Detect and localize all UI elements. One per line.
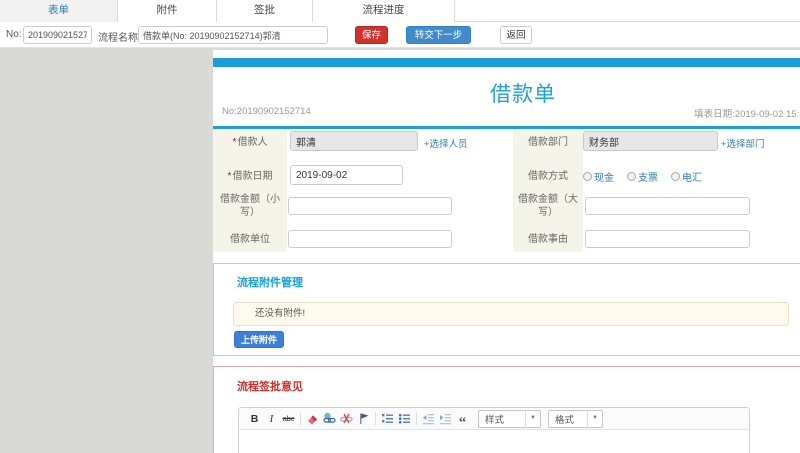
anchor-flag-icon[interactable] xyxy=(355,410,372,427)
bold-icon[interactable]: B xyxy=(246,410,263,427)
loan-unit-label: 借款单位 xyxy=(230,234,270,245)
amount-lowercase-label: 借款金额（小写） xyxy=(220,194,280,218)
italic-icon[interactable]: I xyxy=(263,410,280,427)
radio-cheque[interactable]: 支票 xyxy=(627,169,658,184)
loan-reason-input[interactable] xyxy=(585,230,750,248)
process-name-label: 流程名称: xyxy=(98,33,141,44)
unlink-icon[interactable] xyxy=(338,410,355,427)
loan-reason-label: 借款事由 xyxy=(528,234,568,245)
attachment-panel: 流程附件管理 还没有附件! 上传附件 xyxy=(213,263,800,356)
content-column: 借款单 No:20190902152714 填表日期:2019-09-02 15… xyxy=(213,50,800,453)
radio-cash[interactable]: 现金 xyxy=(583,169,614,184)
department-input[interactable] xyxy=(583,131,718,151)
upload-attachment-button[interactable]: 上传附件 xyxy=(234,331,284,348)
amount-lowercase-input[interactable] xyxy=(288,197,452,215)
radio-cash-icon[interactable] xyxy=(583,172,592,181)
loan-form-card: 借款单 No:20190902152714 填表日期:2019-09-02 15… xyxy=(213,50,800,255)
approval-panel: 流程签批意见 B I abc “ 样式 ▼ 格式 ▼ xyxy=(213,366,800,453)
chevron-down-icon: ▼ xyxy=(586,409,602,428)
action-bar: No: 流程名称: 保存 转交下一步 返回 xyxy=(0,22,800,48)
required-marker: * xyxy=(227,171,232,182)
form-title: 借款单 xyxy=(490,83,556,106)
no-label: No: xyxy=(6,29,22,40)
borrower-input[interactable] xyxy=(290,131,418,151)
tab-approval[interactable]: 签批 xyxy=(217,0,313,22)
loan-date-input[interactable] xyxy=(290,165,403,185)
remove-format-icon[interactable] xyxy=(304,410,321,427)
toolbar-separator xyxy=(375,412,376,425)
loan-unit-input[interactable] xyxy=(288,230,452,248)
form-header-bar xyxy=(213,58,800,67)
approval-heading: 流程签批意见 xyxy=(237,381,303,393)
tab-bar: 表单 附件 签批 流程进度 xyxy=(0,0,800,22)
toolbar-separator xyxy=(300,412,301,425)
tab-attachments[interactable]: 附件 xyxy=(118,0,217,22)
indent-icon[interactable] xyxy=(437,410,454,427)
tab-process-progress[interactable]: 流程进度 xyxy=(313,0,455,22)
tab-form[interactable]: 表单 xyxy=(0,0,118,22)
screen: 表单 附件 签批 流程进度 No: 流程名称: 保存 转交下一步 返回 借款单 … xyxy=(0,0,800,453)
select-department-link[interactable]: +选择部门 xyxy=(721,136,765,150)
toolbar-separator xyxy=(416,412,417,425)
form-divider xyxy=(213,126,800,129)
editor-toolbar: B I abc “ 样式 ▼ 格式 ▼ xyxy=(239,408,749,430)
styles-dropdown[interactable]: 样式 ▼ xyxy=(478,409,541,428)
forward-next-step-button[interactable]: 转交下一步 xyxy=(406,26,471,44)
loan-date-label: *借款日期 xyxy=(227,171,273,182)
outdent-icon[interactable] xyxy=(420,410,437,427)
no-attachment-alert: 还没有附件! xyxy=(233,302,789,326)
radio-wire[interactable]: 电汇 xyxy=(671,169,702,184)
chevron-down-icon: ▼ xyxy=(525,409,540,428)
unordered-list-icon[interactable] xyxy=(396,410,413,427)
blockquote-icon[interactable]: “ xyxy=(454,410,471,430)
styles-dropdown-label: 样式 xyxy=(485,414,505,426)
radio-wire-icon[interactable] xyxy=(671,172,680,181)
amount-uppercase-input[interactable] xyxy=(585,197,750,215)
ordered-list-icon[interactable] xyxy=(379,410,396,427)
borrower-label: *借款人 xyxy=(232,137,268,148)
back-button[interactable]: 返回 xyxy=(500,26,532,44)
editor-content-area[interactable] xyxy=(239,430,749,453)
strikethrough-icon[interactable]: abc xyxy=(280,410,297,427)
department-label: 借款部门 xyxy=(528,137,568,148)
save-button[interactable]: 保存 xyxy=(355,26,388,44)
amount-uppercase-label: 借款金额（大写） xyxy=(518,194,578,218)
loan-method-label: 借款方式 xyxy=(528,171,568,182)
loan-method-radio-group: 现金 支票 电汇 xyxy=(583,169,711,184)
link-icon[interactable] xyxy=(321,410,338,427)
form-fill-date-text: 填表日期:2019-09-02 15:27:14 xyxy=(694,109,800,120)
radio-cheque-icon[interactable] xyxy=(627,172,636,181)
form-number-text: No:20190902152714 xyxy=(222,106,311,117)
approval-rich-text-editor: B I abc “ 样式 ▼ 格式 ▼ xyxy=(238,407,750,453)
no-input[interactable] xyxy=(23,26,92,44)
required-marker: * xyxy=(232,137,237,148)
select-person-link[interactable]: +选择人员 xyxy=(424,136,468,150)
attachment-heading: 流程附件管理 xyxy=(237,277,303,289)
format-dropdown[interactable]: 格式 ▼ xyxy=(547,409,603,428)
format-dropdown-label: 格式 xyxy=(554,414,574,426)
process-name-input[interactable] xyxy=(138,26,328,44)
